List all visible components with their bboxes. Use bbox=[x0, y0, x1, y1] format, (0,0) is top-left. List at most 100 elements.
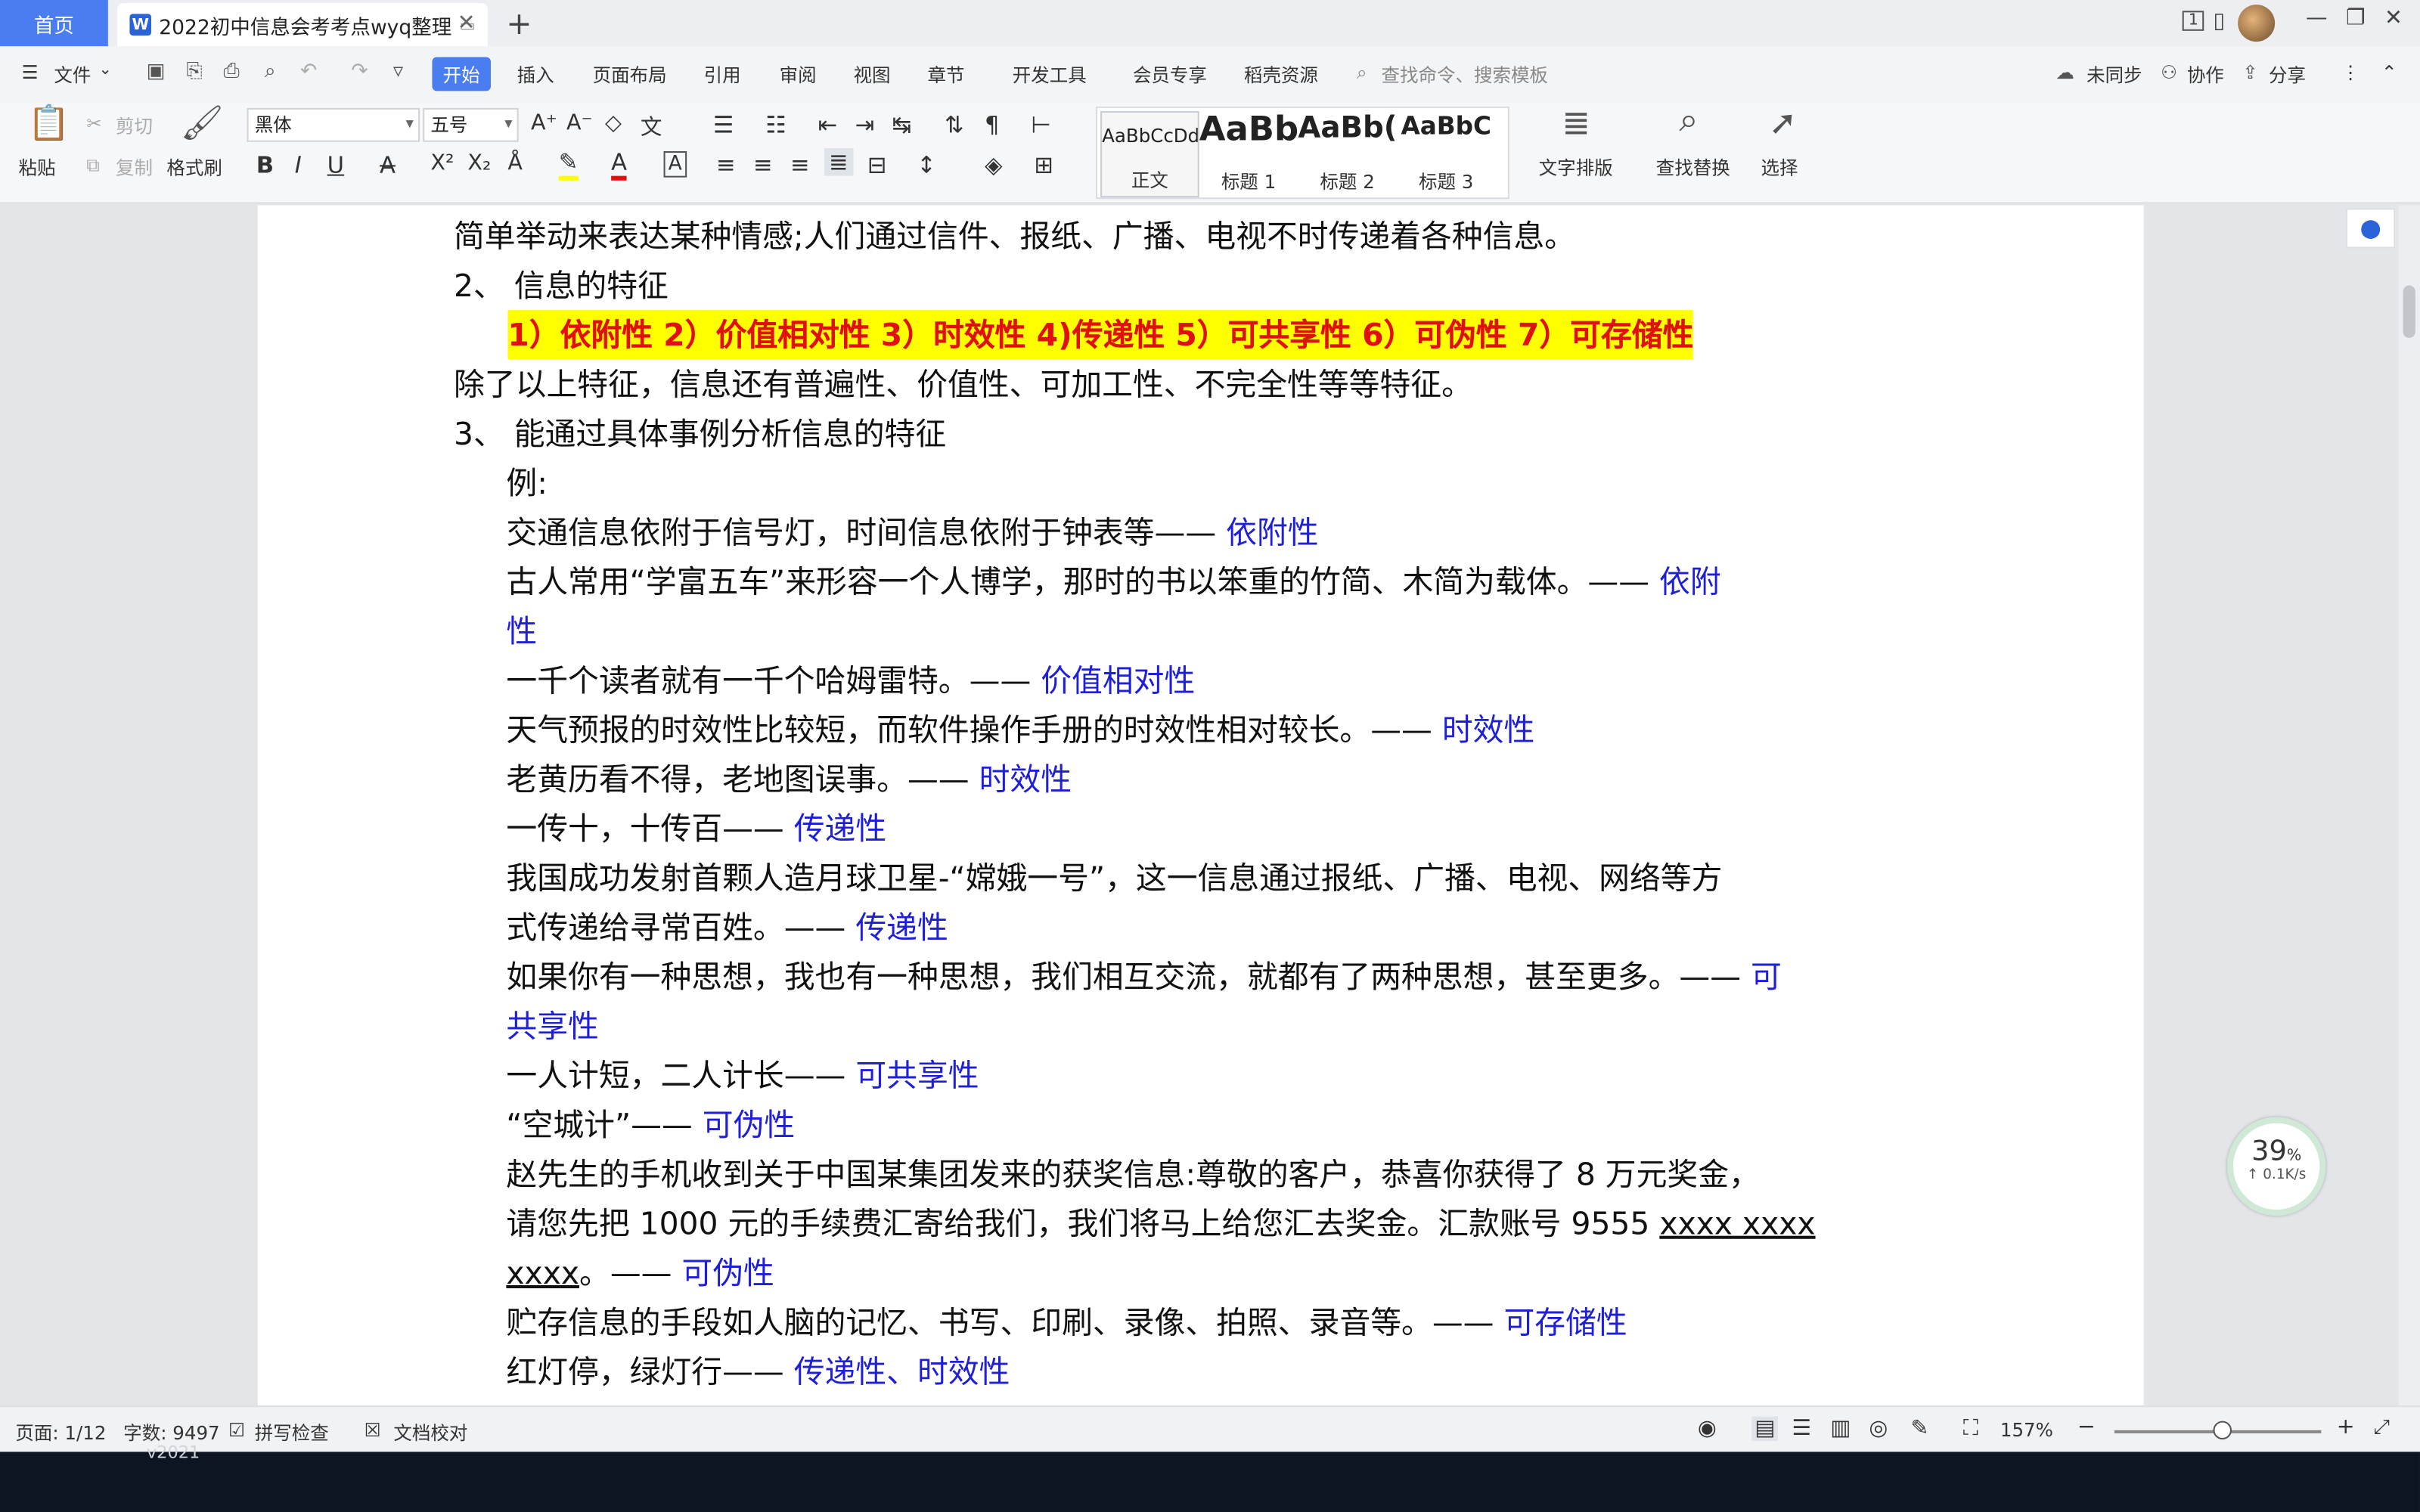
style-heading-3[interactable]: AaBbC 标题 3 bbox=[1397, 111, 1496, 197]
document-page[interactable]: 简单举动来表达某种情感;人们通过信件、报纸、广播、电视不时传递着各种信息。 2、… bbox=[257, 205, 2144, 1406]
cut-icon[interactable]: ✂ bbox=[86, 113, 102, 135]
text-direction-icon[interactable]: ⇅ bbox=[945, 111, 964, 139]
grow-font-icon[interactable]: A⁺ bbox=[531, 111, 557, 136]
tab-close-icon[interactable]: ✕ bbox=[458, 11, 476, 36]
menu-icon[interactable]: ☰ bbox=[22, 62, 39, 84]
restore-button[interactable]: ❐ bbox=[2346, 6, 2366, 31]
shrink-font-icon[interactable]: A⁻ bbox=[566, 111, 593, 136]
zoom-slider-knob[interactable] bbox=[2212, 1421, 2232, 1440]
sync-status-button[interactable]: 未同步 bbox=[2086, 62, 2142, 88]
window-count-icon[interactable]: 1 bbox=[2182, 11, 2205, 31]
tab-member[interactable]: 会员专享 bbox=[1133, 62, 1207, 88]
italic-icon[interactable]: I bbox=[295, 151, 302, 179]
text-layout-button[interactable]: 文字排版 bbox=[1539, 154, 1613, 181]
tab-stop-icon[interactable]: ⊢ bbox=[1031, 111, 1051, 139]
tab-references[interactable]: 引用 bbox=[704, 62, 741, 88]
avatar[interactable] bbox=[2238, 5, 2276, 42]
numbering-icon[interactable]: ☷ bbox=[765, 111, 786, 139]
subscript-icon[interactable]: X₂ bbox=[467, 151, 491, 176]
strikethrough-icon[interactable]: A bbox=[380, 151, 396, 179]
bullets-icon[interactable]: ☰ bbox=[713, 111, 734, 139]
text-layout-icon[interactable]: ≣ bbox=[1562, 105, 1590, 144]
redo-icon[interactable]: ↷ bbox=[347, 60, 372, 85]
more-options-icon[interactable]: ⋮ bbox=[2341, 62, 2360, 84]
collaborate-button[interactable]: 协作 bbox=[2187, 62, 2224, 88]
doc-proof-icon[interactable]: ☒ bbox=[365, 1420, 381, 1442]
fit-page-icon[interactable]: ⛶ bbox=[1963, 1416, 1978, 1441]
distributed-icon[interactable]: ⊟ bbox=[867, 151, 887, 179]
tab-home-ribbon[interactable]: 开始 bbox=[432, 57, 491, 91]
page-view-icon[interactable]: ▤ bbox=[1751, 1416, 1779, 1442]
fullscreen-icon[interactable]: ⤢ bbox=[2374, 1416, 2390, 1439]
document-canvas[interactable]: 简单举动来表达某种情感;人们通过信件、报纸、广播、电视不时传递着各种信息。 2、… bbox=[0, 205, 2420, 1406]
page-indicator[interactable]: 页面: 1/12 bbox=[15, 1420, 106, 1446]
collapse-ribbon-icon[interactable]: ⌃ bbox=[2381, 62, 2397, 84]
zoom-out-button[interactable]: − bbox=[2077, 1414, 2096, 1439]
new-tab-button[interactable]: + bbox=[506, 5, 532, 42]
shading-icon[interactable]: ◈ bbox=[985, 151, 1003, 179]
tab-home[interactable]: 首页 bbox=[0, 0, 108, 47]
command-search-input[interactable]: 查找命令、搜索模板 bbox=[1382, 62, 1548, 88]
file-menu[interactable]: 文件 bbox=[54, 62, 91, 88]
outline-view-icon[interactable]: ☰ bbox=[1792, 1416, 1811, 1441]
tab-view[interactable]: 视图 bbox=[854, 62, 891, 88]
format-painter-icon[interactable]: 🖌 bbox=[181, 105, 224, 144]
clear-format-icon[interactable]: ◇ bbox=[605, 111, 622, 136]
tab-review[interactable]: 审阅 bbox=[780, 62, 817, 88]
cut-button[interactable]: 剪切 bbox=[116, 113, 153, 139]
reading-view-icon[interactable]: ▥ bbox=[1830, 1416, 1851, 1441]
word-count[interactable]: 字数: 9497 bbox=[123, 1420, 219, 1446]
copy-button[interactable]: 复制 bbox=[116, 154, 153, 181]
minimize-button[interactable]: — bbox=[2306, 6, 2328, 31]
style-heading-1[interactable]: AaBb 标题 1 bbox=[1199, 111, 1298, 197]
decrease-indent-icon[interactable]: ⇤ bbox=[818, 111, 838, 139]
writing-mode-icon[interactable]: ✎ bbox=[1911, 1416, 1929, 1441]
spell-check-icon[interactable]: ☑ bbox=[228, 1420, 245, 1442]
paste-button[interactable]: 粘贴 bbox=[18, 154, 55, 181]
tab-chapter[interactable]: 章节 bbox=[928, 62, 965, 88]
tab-page-layout[interactable]: 页面布局 bbox=[593, 62, 667, 88]
undo-icon[interactable]: ↶ bbox=[296, 60, 321, 85]
show-marks-icon[interactable]: ¶ bbox=[985, 111, 999, 139]
close-window-button[interactable]: ✕ bbox=[2384, 6, 2403, 31]
highlight-icon[interactable]: ✎ bbox=[558, 148, 579, 181]
share-button[interactable]: 分享 bbox=[2269, 62, 2306, 88]
tab-document[interactable]: W 2022初中信息会考考点wyq整理 ▭ ✕ bbox=[117, 3, 488, 47]
justify-icon[interactable]: ≣ bbox=[824, 147, 853, 176]
tab-docer-resources[interactable]: 稻壳资源 bbox=[1244, 62, 1318, 88]
align-center-icon[interactable]: ≡ bbox=[753, 151, 773, 179]
font-color-icon[interactable]: A bbox=[611, 148, 628, 181]
quick-access-more-icon[interactable]: ▿ bbox=[386, 60, 411, 85]
style-normal[interactable]: AaBbCcDd 正文 bbox=[1100, 110, 1199, 198]
find-replace-icon[interactable]: ⌕ bbox=[1679, 102, 1698, 141]
tab-insert[interactable]: 插入 bbox=[517, 62, 554, 88]
chevron-down-icon[interactable]: ⌄ bbox=[99, 62, 112, 79]
select-button[interactable]: 选择 bbox=[1761, 154, 1798, 181]
underline-icon[interactable]: U bbox=[327, 151, 344, 179]
select-cursor-icon[interactable]: ➚ bbox=[1769, 105, 1798, 144]
network-speed-widget[interactable]: 39% ↑ 0.1K/s bbox=[2226, 1117, 2326, 1216]
scrollbar-thumb[interactable] bbox=[2403, 285, 2415, 338]
doc-proof-button[interactable]: 文档校对 bbox=[393, 1420, 467, 1446]
align-left-icon[interactable]: ≡ bbox=[716, 151, 736, 179]
paste-icon[interactable]: 📋 bbox=[28, 105, 70, 144]
font-size-select[interactable]: 五号 ▾ bbox=[423, 107, 519, 142]
tab-list-icon[interactable]: ▯ bbox=[2214, 9, 2226, 34]
vertical-scrollbar[interactable] bbox=[2398, 205, 2420, 1406]
zoom-in-button[interactable]: + bbox=[2337, 1414, 2355, 1439]
export-pdf-icon[interactable]: ⎘ bbox=[182, 60, 207, 85]
char-border-icon[interactable]: A bbox=[663, 150, 687, 178]
phonetic-guide-icon[interactable]: 文 bbox=[641, 111, 662, 142]
bold-icon[interactable]: B bbox=[256, 151, 274, 179]
eye-protection-icon[interactable]: ◉ bbox=[1698, 1416, 1717, 1441]
align-right-icon[interactable]: ≡ bbox=[790, 151, 810, 179]
superscript-icon[interactable]: X² bbox=[430, 151, 454, 176]
font-name-select[interactable]: 黑体 ▾ bbox=[247, 107, 420, 142]
line-spacing-icon[interactable]: ↕ bbox=[917, 151, 936, 179]
tab-developer[interactable]: 开发工具 bbox=[1013, 62, 1087, 88]
spell-check-button[interactable]: 拼写检查 bbox=[255, 1420, 329, 1446]
print-icon[interactable]: ⎙ bbox=[219, 60, 244, 85]
location-pin-icon[interactable]: ⬤ bbox=[2346, 208, 2396, 249]
borders-icon[interactable]: ⊞ bbox=[1034, 151, 1053, 179]
text-effect-icon[interactable]: Å bbox=[507, 151, 523, 176]
